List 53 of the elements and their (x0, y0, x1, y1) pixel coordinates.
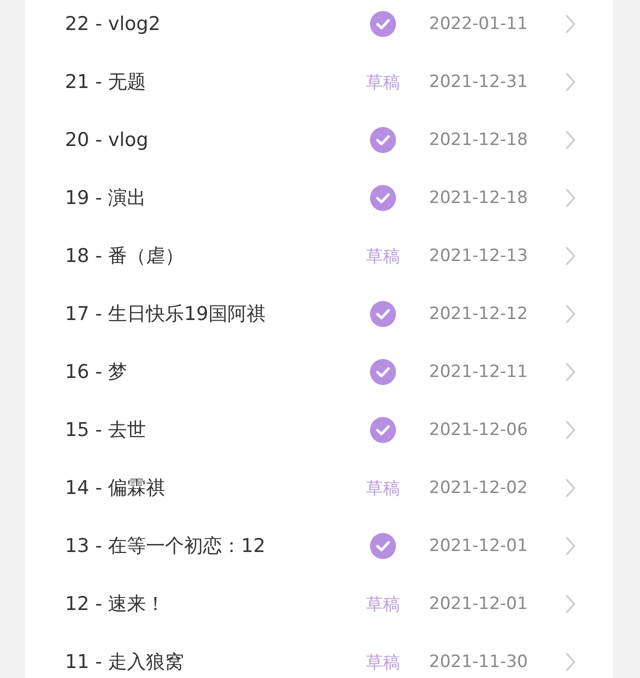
chevron-icon (565, 303, 576, 325)
entry-date: 2021-12-18 (429, 130, 529, 150)
entry-date: 2022-01-11 (429, 14, 529, 34)
entry-row[interactable]: 22 - vlog2 2022-01-11 (25, 0, 613, 53)
chevron-icon (565, 651, 576, 673)
entry-date: 2021-12-13 (429, 246, 529, 266)
entry-row[interactable]: 17 - 生日快乐19国阿祺 2021-12-12 (25, 285, 613, 343)
chevron-icon (565, 419, 576, 441)
entry-date: 2021-12-02 (429, 478, 529, 498)
draft-label: 草稿 (366, 594, 400, 616)
entry-date: 2021-12-31 (429, 72, 529, 92)
entry-title: 12 - 速来！ (65, 592, 166, 617)
entry-title: 19 - 演出 (65, 186, 148, 211)
entry-date: 2021-12-06 (429, 420, 529, 440)
chevron-icon (565, 245, 576, 267)
entry-date: 2021-11-30 (429, 652, 529, 672)
draft-label: 草稿 (366, 478, 400, 500)
entry-date: 2021-12-18 (429, 188, 529, 208)
entry-title: 15 - 去世 (65, 418, 148, 443)
entry-date: 2021-12-11 (429, 362, 529, 382)
entry-row[interactable]: 20 - vlog 2021-12-18 (25, 111, 613, 169)
entry-row[interactable]: 16 - 梦 2021-12-11 (25, 343, 613, 401)
entry-row[interactable]: 15 - 去世 2021-12-06 (25, 401, 613, 459)
chevron-icon (565, 129, 576, 151)
entry-row[interactable]: 12 - 速来！ 草稿 2021-12-01 (25, 575, 613, 633)
entry-row[interactable]: 14 - 偏霖祺 草稿 2021-12-02 (25, 459, 613, 517)
entry-title: 13 - 在等一个初恋：12 (65, 534, 266, 559)
chevron-icon (565, 187, 576, 209)
chevron-icon (565, 13, 576, 35)
entry-title: 21 - 无题 (65, 70, 148, 95)
entry-title: 14 - 偏霖祺 (65, 476, 166, 501)
chevron-icon (565, 477, 576, 499)
entry-row[interactable]: 13 - 在等一个初恋：12 2021-12-01 (25, 517, 613, 575)
entry-row[interactable]: 19 - 演出 2021-12-18 (25, 169, 613, 227)
entry-date: 2021-12-01 (429, 594, 529, 614)
entry-row[interactable]: 21 - 无题 草稿 2021-12-31 (25, 53, 613, 111)
draft-label: 草稿 (366, 246, 400, 268)
entry-title: 16 - 梦 (65, 360, 128, 385)
entry-title: 22 - vlog2 (65, 13, 162, 35)
entry-title: 20 - vlog (65, 129, 150, 151)
entry-title: 18 - 番（虐） (65, 244, 186, 269)
chevron-icon (565, 361, 576, 383)
entry-title: 17 - 生日快乐19国阿祺 (65, 302, 266, 327)
entry-title: 11 - 走入狼窝 (65, 650, 186, 675)
chevron-icon (565, 593, 576, 615)
chevron-icon (565, 71, 576, 93)
entry-date: 2021-12-12 (429, 304, 529, 324)
entry-date: 2021-12-01 (429, 536, 529, 556)
chevron-icon (565, 535, 576, 557)
draft-label: 草稿 (366, 72, 400, 94)
draft-label: 草稿 (366, 652, 400, 674)
entry-row[interactable]: 18 - 番（虐） 草稿 2021-12-13 (25, 227, 613, 285)
entry-row[interactable]: 11 - 走入狼窝 草稿 2021-11-30 (25, 633, 613, 678)
